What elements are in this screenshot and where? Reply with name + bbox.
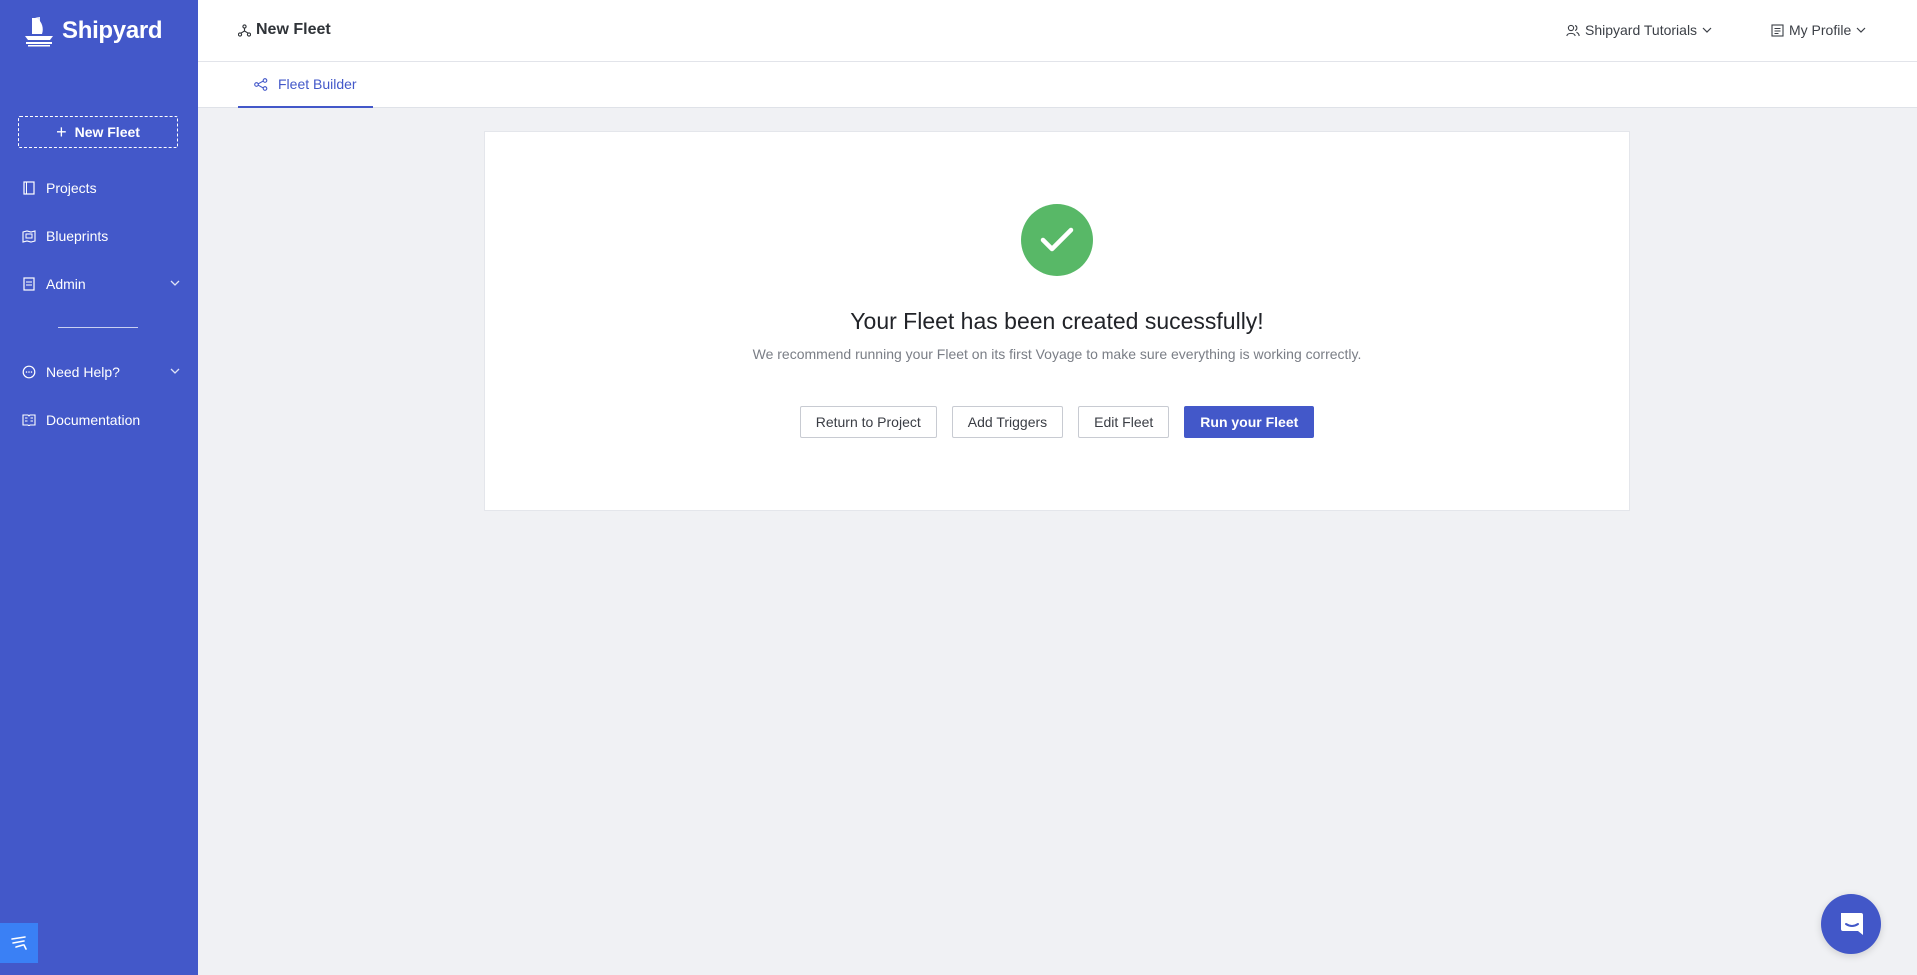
admin-icon	[22, 277, 36, 291]
sidebar-item-admin[interactable]: Admin	[0, 268, 198, 300]
add-triggers-button[interactable]: Add Triggers	[951, 406, 1064, 438]
plus-icon: +	[56, 122, 67, 142]
wind-icon	[11, 936, 27, 950]
new-fleet-label: New Fleet	[74, 124, 140, 140]
new-fleet-button[interactable]: + New Fleet	[18, 116, 178, 148]
org-menu[interactable]: Shipyard Tutorials	[1566, 22, 1712, 38]
return-to-project-button[interactable]: Return to Project	[799, 406, 937, 438]
success-card: Your Fleet has been created sucessfully!…	[484, 131, 1630, 511]
chevron-down-icon	[170, 280, 180, 286]
chevron-down-icon	[1702, 27, 1712, 33]
org-menu-label: Shipyard Tutorials	[1585, 22, 1698, 38]
nav-divider	[58, 327, 138, 328]
book-icon	[22, 181, 36, 195]
blueprint-icon	[22, 229, 36, 243]
success-check-icon	[1021, 204, 1093, 276]
sidebar-item-label: Need Help?	[46, 364, 120, 380]
profile-menu-label: My Profile	[1789, 22, 1852, 38]
success-subtitle: We recommend running your Fleet on its f…	[752, 346, 1362, 362]
fleet-icon	[238, 23, 251, 37]
sidebar-item-label: Admin	[46, 276, 86, 292]
chat-launcher-button[interactable]	[1821, 894, 1881, 954]
top-bar: New Fleet Shipyard Tutorials My Profile	[198, 0, 1917, 62]
nodes-icon	[254, 77, 268, 91]
edit-fleet-button[interactable]: Edit Fleet	[1078, 406, 1170, 438]
tab-fleet-builder[interactable]: Fleet Builder	[238, 62, 373, 108]
sidebar-item-need-help[interactable]: Need Help?	[0, 356, 198, 388]
sidebar-item-projects[interactable]: Projects	[0, 172, 198, 204]
tab-label: Fleet Builder	[278, 76, 357, 92]
run-fleet-button[interactable]: Run your Fleet	[1184, 406, 1315, 438]
chat-icon	[1841, 913, 1863, 935]
ship-logo-icon	[25, 17, 53, 47]
page-title: New Fleet	[238, 21, 331, 39]
logo[interactable]: Shipyard	[22, 14, 163, 48]
collapse-sidebar-button[interactable]	[0, 923, 38, 963]
success-title: Your Fleet has been created sucessfully!	[850, 308, 1264, 334]
chevron-down-icon	[1856, 27, 1866, 33]
tab-bar: Fleet Builder	[198, 62, 1917, 108]
profile-card-icon	[1771, 23, 1784, 37]
docs-icon	[22, 413, 36, 427]
chat-bubble-icon	[22, 365, 36, 379]
sidebar-item-documentation[interactable]: Documentation	[0, 404, 198, 436]
logo-text: Shipyard	[62, 17, 163, 44]
sidebar: Shipyard + New Fleet Projects Blueprints…	[0, 0, 198, 975]
users-icon	[1566, 24, 1580, 36]
sidebar-item-blueprints[interactable]: Blueprints	[0, 220, 198, 252]
sidebar-item-label: Projects	[46, 180, 97, 196]
chevron-down-icon	[170, 368, 180, 374]
sidebar-item-label: Documentation	[46, 412, 141, 428]
sidebar-item-label: Blueprints	[46, 228, 109, 244]
profile-menu[interactable]: My Profile	[1771, 22, 1866, 38]
page-title-text: New Fleet	[256, 21, 331, 38]
action-buttons: Return to Project Add Triggers Edit Flee…	[485, 406, 1629, 438]
